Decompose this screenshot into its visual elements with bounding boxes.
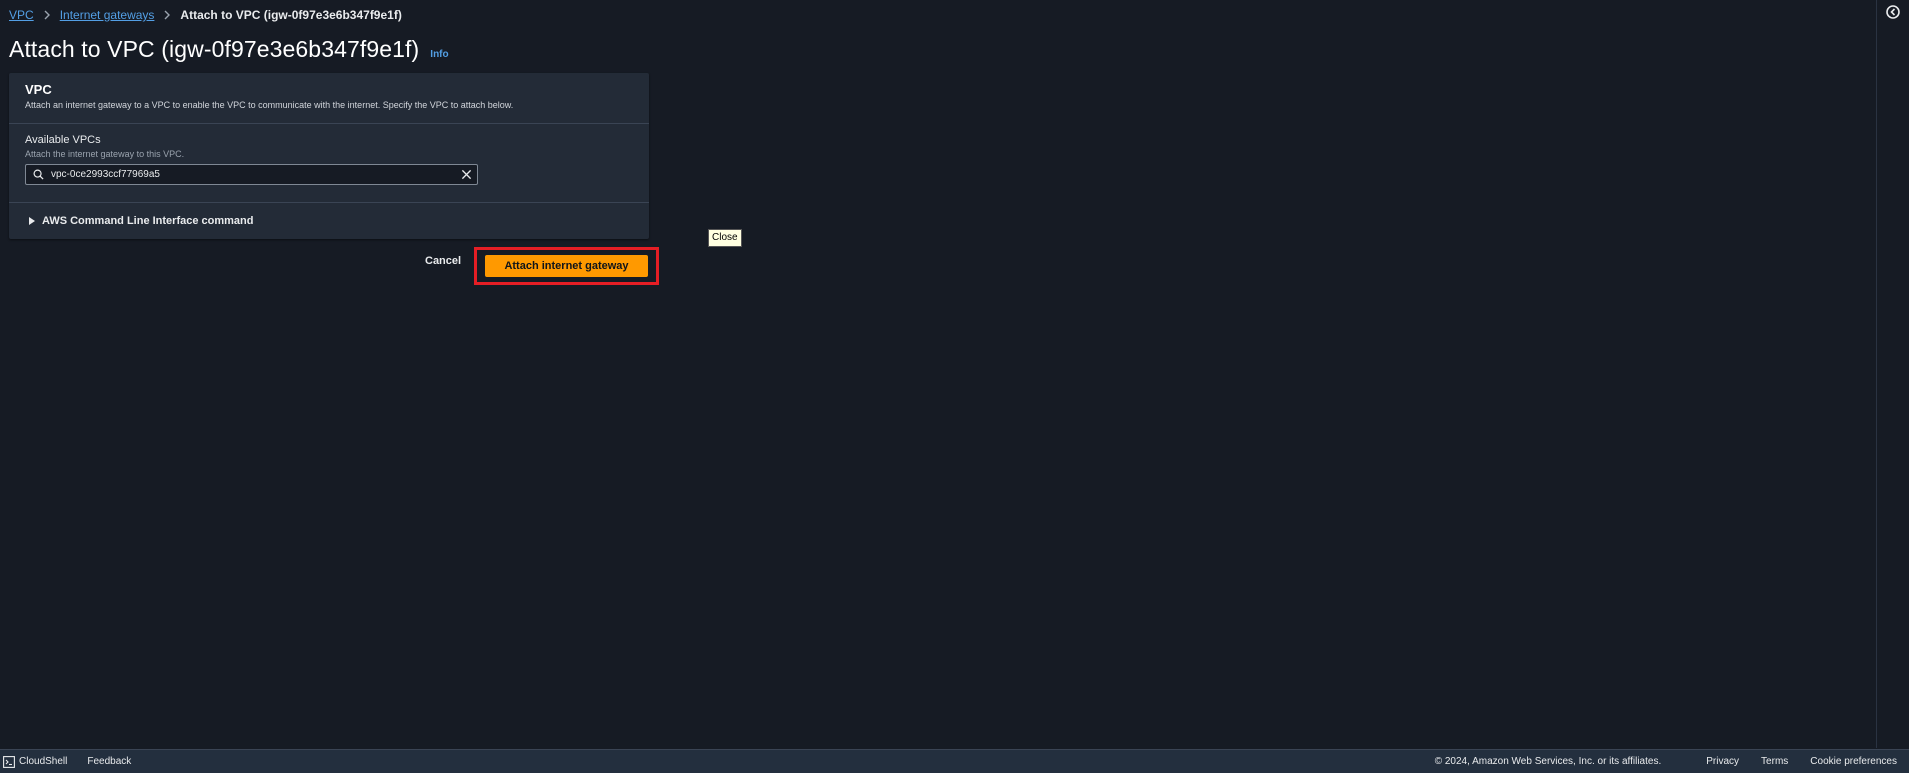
copyright-text: © 2024, Amazon Web Services, Inc. or its… [1434,756,1662,767]
terms-link[interactable]: Terms [1761,756,1788,767]
cli-command-expander[interactable]: AWS Command Line Interface command [9,203,649,238]
cancel-button[interactable]: Cancel [425,255,461,267]
feedback-link[interactable]: Feedback [87,756,131,767]
field-label: Available VPCs [25,134,101,146]
attach-internet-gateway-button[interactable]: Attach internet gateway [485,255,648,277]
form-actions: Cancel Attach internet gateway [0,247,659,285]
cookie-preferences-link[interactable]: Cookie preferences [1810,756,1897,767]
footer-left: CloudShell Feedback [0,755,131,768]
close-tooltip: Close [708,229,742,247]
info-link[interactable]: Info [430,49,448,60]
rail-toggle-icon[interactable] [1885,4,1901,20]
search-icon [33,169,44,180]
breadcrumb-current: Attach to VPC (igw-0f97e3e6b347f9e1f) [180,8,402,22]
footer-right: © 2024, Amazon Web Services, Inc. or its… [1435,756,1909,767]
field-description: Attach the internet gateway to this VPC. [25,149,185,159]
breadcrumb-link-vpc[interactable]: VPC [9,8,34,22]
caret-right-icon [29,216,35,225]
page-header: Attach to VPC (igw-0f97e3e6b347f9e1f) In… [9,36,449,63]
vpc-select-box[interactable] [25,164,478,185]
right-side-rail [1876,0,1909,748]
breadcrumb: VPC Internet gateways Attach to VPC (igw… [9,6,402,24]
close-icon[interactable] [461,169,472,180]
breadcrumb-link-internet-gateways[interactable]: Internet gateways [60,8,155,22]
expander-label: AWS Command Line Interface command [42,214,254,227]
console-footer: CloudShell Feedback © 2024, Amazon Web S… [0,749,1909,773]
available-vpcs-field: Available VPCs Attach the internet gatew… [9,124,649,203]
vpc-panel: VPC Attach an internet gateway to a VPC … [9,73,649,239]
terminal-icon [3,755,15,768]
highlight-annotation: Attach internet gateway [474,247,659,285]
cloudshell-link[interactable]: CloudShell [19,756,67,767]
app-root: VPC Internet gateways Attach to VPC (igw… [0,0,1909,773]
chevron-right-icon [34,10,60,20]
panel-description: Attach an internet gateway to a VPC to e… [25,100,514,110]
page-title: Attach to VPC (igw-0f97e3e6b347f9e1f) [9,36,420,62]
panel-title: VPC [25,82,52,97]
panel-header: VPC Attach an internet gateway to a VPC … [9,73,649,124]
chevron-right-icon [154,10,180,20]
privacy-link[interactable]: Privacy [1706,756,1739,767]
vpc-search-input[interactable] [51,165,441,184]
